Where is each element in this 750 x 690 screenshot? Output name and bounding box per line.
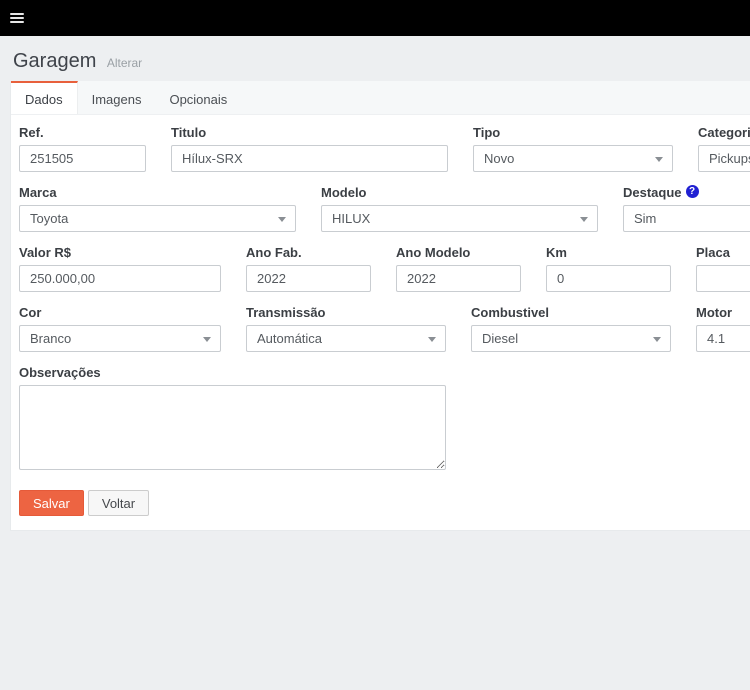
cor-select[interactable]: Branco bbox=[19, 325, 221, 352]
tab-bar: Dados Imagens Opcionais bbox=[11, 81, 750, 115]
top-navbar bbox=[0, 0, 750, 36]
tab-imagens[interactable]: Imagens bbox=[78, 81, 156, 114]
ano-fab-label: Ano Fab. bbox=[246, 245, 371, 260]
modelo-select-caret-icon: HILUX bbox=[321, 205, 598, 232]
save-button[interactable]: Salvar bbox=[19, 490, 84, 516]
km-label: Km bbox=[546, 245, 671, 260]
transmissao-select[interactable]: Automática bbox=[246, 325, 446, 352]
observacoes-label: Observações bbox=[19, 365, 446, 380]
placa-label: Placa bbox=[696, 245, 750, 260]
titulo-input[interactable] bbox=[171, 145, 448, 172]
valor-input[interactable] bbox=[19, 265, 221, 292]
motor-input[interactable] bbox=[696, 325, 750, 352]
cor-label: Cor bbox=[19, 305, 221, 320]
page-header: Garagem Alterar bbox=[0, 36, 750, 81]
combustivel-select-caret-icon: Diesel bbox=[471, 325, 671, 352]
categoria-label: Categoria bbox=[698, 125, 750, 140]
help-icon[interactable]: ? bbox=[686, 185, 699, 198]
garage-form-card: Dados Imagens Opcionais Ref. Titulo Tipo… bbox=[10, 81, 750, 531]
marca-label: Marca bbox=[19, 185, 296, 200]
combustivel-label: Combustivel bbox=[471, 305, 671, 320]
form-row-5: Observações bbox=[19, 365, 750, 475]
marca-select-caret-icon: Toyota bbox=[19, 205, 296, 232]
destaque-select-caret-icon: Sim bbox=[623, 205, 750, 232]
form-row-3: Valor R$ Ano Fab. Ano Modelo Km Placa bbox=[19, 245, 750, 292]
tab-dados[interactable]: Dados bbox=[11, 81, 78, 114]
tab-opcionais[interactable]: Opcionais bbox=[155, 81, 241, 114]
page-title: Garagem bbox=[13, 50, 96, 72]
transmissao-select-caret-icon: Automática bbox=[246, 325, 446, 352]
destaque-select[interactable]: Sim bbox=[623, 205, 750, 232]
combustivel-select[interactable]: Diesel bbox=[471, 325, 671, 352]
tipo-select-caret-icon: Novo bbox=[473, 145, 673, 172]
titulo-label: Titulo bbox=[171, 125, 448, 140]
placa-input[interactable] bbox=[696, 265, 750, 292]
categoria-select[interactable]: Pickups bbox=[698, 145, 750, 172]
tipo-label: Tipo bbox=[473, 125, 673, 140]
form-actions: Salvar Voltar bbox=[19, 490, 750, 522]
modelo-select[interactable]: HILUX bbox=[321, 205, 598, 232]
page-subtitle: Alterar bbox=[107, 56, 142, 70]
modelo-label: Modelo bbox=[321, 185, 598, 200]
km-input[interactable] bbox=[546, 265, 671, 292]
observacoes-textarea[interactable] bbox=[19, 385, 446, 470]
ref-input[interactable] bbox=[19, 145, 146, 172]
marca-select[interactable]: Toyota bbox=[19, 205, 296, 232]
form-row-4: Cor Branco Transmissão Automática Combus… bbox=[19, 305, 750, 352]
tipo-select[interactable]: Novo bbox=[473, 145, 673, 172]
destaque-label: Destaque? bbox=[623, 185, 750, 200]
motor-label: Motor bbox=[696, 305, 750, 320]
form-body: Ref. Titulo Tipo Novo Categoria bbox=[11, 115, 750, 530]
ref-label: Ref. bbox=[19, 125, 146, 140]
form-row-1: Ref. Titulo Tipo Novo Categoria bbox=[19, 125, 750, 172]
transmissao-label: Transmissão bbox=[246, 305, 446, 320]
cor-select-caret-icon: Branco bbox=[19, 325, 221, 352]
form-row-2: Marca Toyota Modelo HILUX Destaque? bbox=[19, 185, 750, 232]
categoria-select-caret-icon: Pickups bbox=[698, 145, 750, 172]
hamburger-menu-icon[interactable] bbox=[10, 11, 24, 25]
ano-modelo-input[interactable] bbox=[396, 265, 521, 292]
back-button[interactable]: Voltar bbox=[88, 490, 149, 516]
ano-modelo-label: Ano Modelo bbox=[396, 245, 521, 260]
valor-label: Valor R$ bbox=[19, 245, 221, 260]
ano-fab-input[interactable] bbox=[246, 265, 371, 292]
